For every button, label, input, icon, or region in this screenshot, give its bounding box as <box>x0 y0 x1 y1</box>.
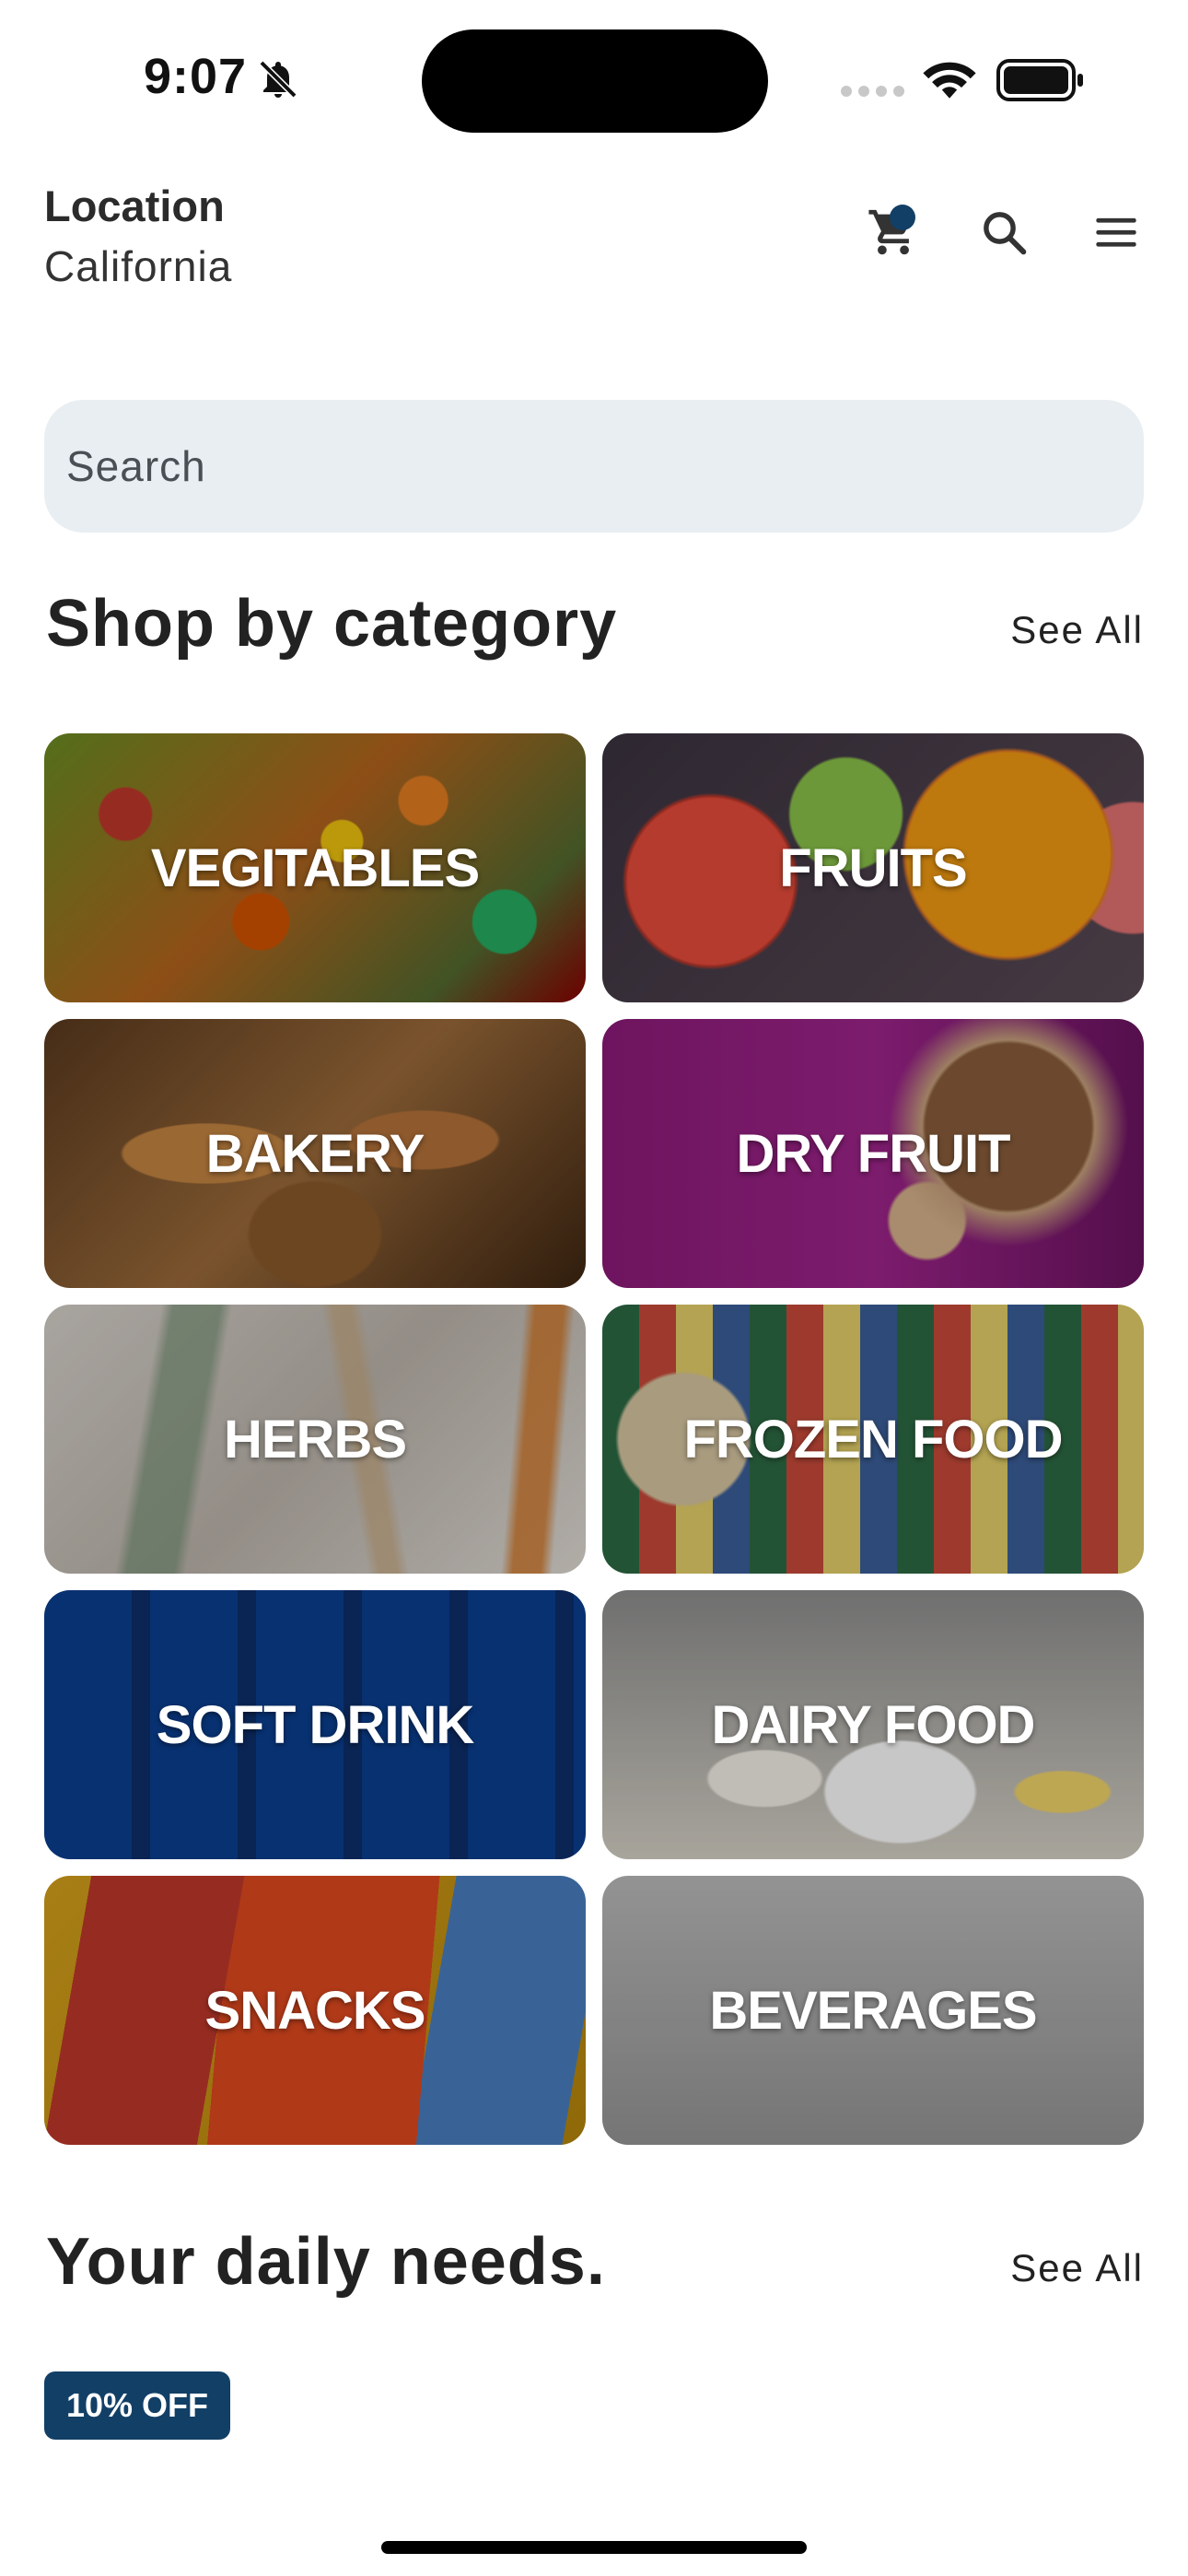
category-tile-soft-drink[interactable]: SOFT DRINK <box>44 1590 586 1859</box>
battery-icon <box>996 59 1083 101</box>
status-bar: 9:07 <box>0 0 1188 157</box>
category-label: DRY FRUIT <box>736 1123 1010 1184</box>
home-indicator <box>381 2541 807 2554</box>
category-tile-herbs[interactable]: HERBS <box>44 1305 586 1574</box>
status-time: 9:07 <box>144 49 248 104</box>
menu-button[interactable] <box>1087 203 1146 262</box>
category-tile-dry-fruit[interactable]: DRY FRUIT <box>602 1019 1144 1288</box>
category-tile-dairy-food[interactable]: DAIRY FOOD <box>602 1590 1144 1859</box>
category-label: FRUITS <box>779 837 967 898</box>
category-label: HERBS <box>223 1409 407 1469</box>
category-tile-vegitables[interactable]: VEGITABLES <box>44 733 586 1002</box>
category-tile-bakery[interactable]: BAKERY <box>44 1019 586 1288</box>
category-see-all-link[interactable]: See All <box>1010 608 1144 652</box>
category-label: SOFT DRINK <box>156 1694 474 1755</box>
cart-badge-dot <box>890 205 915 230</box>
discount-badge: 10% OFF <box>44 2371 231 2440</box>
search-button[interactable] <box>974 203 1033 262</box>
category-label: BEVERAGES <box>709 1980 1037 2041</box>
daily-needs-section-title: Your daily needs. <box>46 2225 606 2299</box>
location-value[interactable]: California <box>44 241 232 291</box>
menu-icon <box>1096 217 1136 247</box>
category-label: BAKERY <box>205 1123 425 1184</box>
category-label: VEGITABLES <box>150 837 480 898</box>
wifi-icon <box>923 62 976 99</box>
dynamic-island <box>422 29 768 133</box>
category-tile-snacks[interactable]: SNACKS <box>44 1876 586 2145</box>
search-bar[interactable] <box>44 400 1144 533</box>
category-tile-frozen-food[interactable]: FROZEN FOOD <box>602 1305 1144 1574</box>
category-tile-fruits[interactable]: FRUITS <box>602 733 1144 1002</box>
category-section-title: Shop by category <box>46 587 618 661</box>
category-tile-beverages[interactable]: BEVERAGES <box>602 1876 1144 2145</box>
cellular-signal-icon <box>841 86 904 97</box>
search-input[interactable] <box>66 441 1144 491</box>
category-label: SNACKS <box>204 1980 426 2041</box>
bell-slash-icon <box>259 60 297 99</box>
search-icon <box>984 212 1027 255</box>
category-label: FROZEN FOOD <box>683 1409 1063 1469</box>
location-title: Location <box>44 181 225 230</box>
daily-needs-see-all-link[interactable]: See All <box>1010 2246 1144 2290</box>
category-label: DAIRY FOOD <box>711 1694 1036 1755</box>
